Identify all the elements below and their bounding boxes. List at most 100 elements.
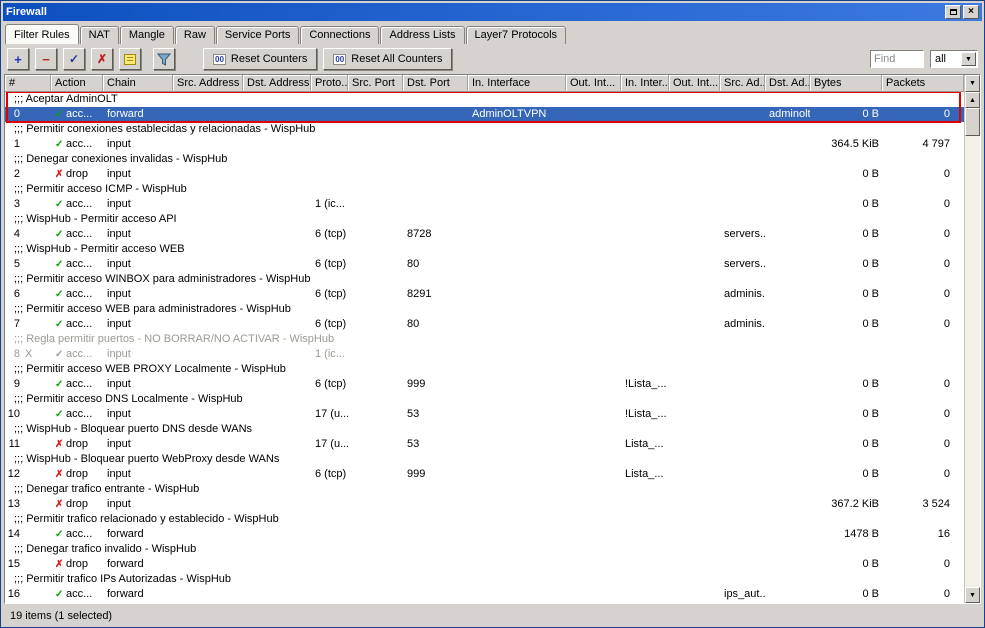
rule-row[interactable]: 2✗dropinput0 B0 (5, 167, 964, 182)
cell-chain: input (103, 137, 173, 152)
column-header[interactable]: Src. Port (348, 75, 403, 92)
reset-all-counters-button[interactable]: 00 Reset All Counters (323, 48, 452, 70)
disable-rule-button[interactable]: ✗ (91, 48, 113, 70)
find-input[interactable] (870, 50, 924, 68)
cell-src-address-list (720, 377, 765, 392)
comment-row[interactable]: ;;; WispHub - Permitir acceso API (5, 212, 964, 227)
rule-row[interactable]: 10✓acc...input17 (u...53!Lista_...0 B0 (5, 407, 964, 422)
column-header[interactable]: Proto... (311, 75, 348, 92)
tab-service-ports[interactable]: Service Ports (216, 26, 299, 44)
remove-rule-button[interactable]: − (35, 48, 57, 70)
add-rule-button[interactable]: + (7, 48, 29, 70)
cell-src-address (173, 257, 243, 272)
scrollbar-thumb[interactable] (965, 108, 980, 136)
cell-dst-address (243, 137, 311, 152)
action-label: acc... (66, 318, 92, 330)
tab-filter-rules[interactable]: Filter Rules (5, 24, 79, 44)
comment-row[interactable]: ;;; Permitir conexiones establecidas y r… (5, 122, 964, 137)
accept-icon: ✓ (55, 377, 66, 392)
rule-row[interactable]: 15✗dropforward0 B0 (5, 557, 964, 572)
tab-raw[interactable]: Raw (175, 26, 215, 44)
comment-row[interactable]: ;;; Permitir trafico IPs Autorizadas - W… (5, 572, 964, 587)
column-header[interactable]: Src. Address (173, 75, 243, 92)
comment-row[interactable]: ;;; WispHub - Bloquear puerto WebProxy d… (5, 452, 964, 467)
comment-row[interactable]: ;;; Denegar trafico entrante - WispHub (5, 482, 964, 497)
column-header[interactable]: Chain (103, 75, 173, 92)
cell-protocol: 1 (ic... (311, 197, 348, 212)
column-header[interactable]: Out. Int... (566, 75, 621, 92)
tab-mangle[interactable]: Mangle (120, 26, 174, 44)
close-button[interactable]: × (963, 5, 979, 19)
cell-src-address (173, 227, 243, 242)
column-header[interactable]: Dst. Ad... (765, 75, 810, 92)
comment-row[interactable]: ;;; Denegar conexiones invalidas - WispH… (5, 152, 964, 167)
rule-row[interactable]: 6✓acc...input6 (tcp)8291adminis...0 B0 (5, 287, 964, 302)
title-bar[interactable]: Firewall × (3, 3, 982, 21)
rule-row[interactable]: 14✓acc...forward1478 B16 (5, 527, 964, 542)
column-header[interactable]: Src. Ad... (720, 75, 765, 92)
column-header[interactable]: Packets (882, 75, 964, 92)
action-cell: ✗drop (51, 557, 103, 572)
cell-out-interface (566, 107, 621, 122)
vertical-scrollbar[interactable]: ▼ ▲ ▼ (964, 75, 980, 603)
filter-scope-select[interactable]: all ▼ (930, 50, 978, 68)
rule-row[interactable]: 9✓acc...input6 (tcp)999!Lista_...0 B0 (5, 377, 964, 392)
comment-row[interactable]: ;;; Permitir acceso WEB para administrad… (5, 302, 964, 317)
column-header[interactable]: # (5, 75, 51, 92)
tab-connections[interactable]: Connections (300, 26, 379, 44)
column-header[interactable]: Dst. Port (403, 75, 468, 92)
comment-row[interactable]: ;;; Permitir trafico relacionado y estab… (5, 512, 964, 527)
tab-layer7-protocols[interactable]: Layer7 Protocols (466, 26, 567, 44)
action-label: drop (66, 558, 88, 570)
column-header[interactable]: Bytes (810, 75, 882, 92)
rule-row[interactable]: 11✗dropinput17 (u...53Lista_...0 B0 (5, 437, 964, 452)
comment-row[interactable]: ;;; Denegar trafico invalido - WispHub (5, 542, 964, 557)
cell-packets: 0 (882, 407, 964, 422)
cell-protocol: 17 (u... (311, 437, 348, 452)
comment-row[interactable]: ;;; Permitir acceso WINBOX para administ… (5, 272, 964, 287)
column-header[interactable]: Action (51, 75, 103, 92)
rule-row[interactable]: 5✓acc...input6 (tcp)80servers...0 B0 (5, 257, 964, 272)
rule-row[interactable]: 13✗dropinput367.2 KiB3 524 (5, 497, 964, 512)
scroll-down-button[interactable]: ▼ (965, 587, 980, 603)
comment-row[interactable]: ;;; Regla permitir puertos - NO BORRAR/N… (5, 332, 964, 347)
cell-dst-address-list (765, 227, 810, 242)
rule-row[interactable]: 16✓acc...forwardips_aut...0 B0 (5, 587, 964, 602)
maximize-button[interactable] (945, 5, 961, 19)
rule-row[interactable]: 7✓acc...input6 (tcp)80adminis...0 B0 (5, 317, 964, 332)
column-header[interactable]: Dst. Address (243, 75, 311, 92)
cell-dst-port: 53 (403, 437, 468, 452)
comment-row[interactable]: ;;; WispHub - Permitir acceso WEB (5, 242, 964, 257)
rule-row[interactable]: 1✓acc...input364.5 KiB4 797 (5, 137, 964, 152)
column-header[interactable]: In. Inter... (621, 75, 669, 92)
rule-row[interactable]: 8X✓acc...input1 (ic... (5, 347, 964, 362)
drop-icon: ✗ (55, 437, 66, 452)
filter-button[interactable] (153, 48, 175, 70)
tab-address-lists[interactable]: Address Lists (380, 26, 464, 44)
comment-row[interactable]: ;;; Aceptar AdminOLT (5, 92, 964, 107)
rule-row[interactable]: 12✗dropinput6 (tcp)999Lista_...0 B0 (5, 467, 964, 482)
scrollbar-track[interactable] (965, 136, 980, 587)
arrow-down-icon: ▼ (969, 592, 976, 599)
comment-row[interactable]: ;;; Permitir acceso ICMP - WispHub (5, 182, 964, 197)
cell-src-port (348, 107, 403, 122)
comment-row[interactable]: ;;; WispHub - Bloquear puerto DNS desde … (5, 422, 964, 437)
cell-in-interface-list: !Lista_... (621, 407, 669, 422)
column-header[interactable]: Out. Int... (669, 75, 720, 92)
rule-row[interactable]: 4✓acc...input6 (tcp)8728servers...0 B0 (5, 227, 964, 242)
tab-nat[interactable]: NAT (80, 26, 119, 44)
comment-button[interactable] (119, 48, 141, 70)
cell-bytes: 0 B (810, 227, 882, 242)
rule-number: 15 (5, 557, 51, 572)
scroll-up-button[interactable]: ▲ (965, 92, 980, 108)
rule-row[interactable]: 3✓acc...input1 (ic...0 B0 (5, 197, 964, 212)
rule-row[interactable]: 0✓acc...forwardAdminOLTVPNadminolt0 B0 (5, 107, 964, 122)
comment-row[interactable]: ;;; Permitir acceso DNS Localmente - Wis… (5, 392, 964, 407)
column-header[interactable]: In. Interface (468, 75, 566, 92)
tab-strip: Filter RulesNATMangleRawService PortsCon… (3, 21, 982, 44)
disabled-marker: X (25, 348, 32, 360)
comment-row[interactable]: ;;; Permitir acceso WEB PROXY Localmente… (5, 362, 964, 377)
enable-rule-button[interactable]: ✓ (63, 48, 85, 70)
reset-counters-button[interactable]: 00 Reset Counters (203, 48, 317, 70)
column-options-button[interactable]: ▼ (965, 75, 980, 92)
